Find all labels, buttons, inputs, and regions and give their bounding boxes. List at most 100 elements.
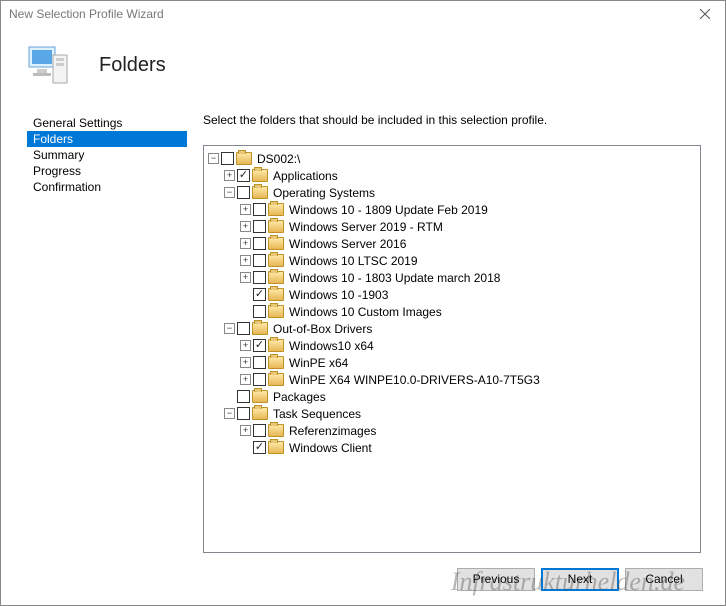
tree-label: Windows 10 - 1803 Update march 2018 — [286, 271, 500, 285]
tree-node[interactable]: − DS002:\ — [208, 150, 698, 167]
tree-label: Windows 10 Custom Images — [286, 305, 442, 319]
tree-checkbox[interactable] — [237, 322, 250, 335]
tree-checkbox[interactable] — [253, 254, 266, 267]
tree-checkbox[interactable] — [237, 169, 250, 182]
tree-node[interactable]: + Windows 10 - 1803 Update march 2018 — [240, 269, 698, 286]
collapse-icon[interactable]: − — [224, 323, 235, 334]
expand-icon[interactable]: + — [240, 425, 251, 436]
tree-node[interactable]: + Windows 10 - 1809 Update Feb 2019 — [240, 201, 698, 218]
cancel-button[interactable]: Cancel — [625, 568, 703, 591]
tree-checkbox[interactable] — [253, 220, 266, 233]
tree-node[interactable]: +Windows10 x64 — [240, 337, 698, 354]
tree-node[interactable]: − Task Sequences — [224, 405, 698, 422]
tree-checkbox[interactable] — [253, 288, 266, 301]
folder-icon — [268, 441, 284, 454]
expand-icon[interactable]: + — [240, 272, 251, 283]
tree-checkbox[interactable] — [253, 441, 266, 454]
tree-checkbox[interactable] — [253, 271, 266, 284]
tree-label: Operating Systems — [270, 186, 375, 200]
computer-icon — [23, 41, 71, 89]
tree-checkbox[interactable] — [253, 237, 266, 250]
folder-icon — [236, 152, 252, 165]
tree-label: Applications — [270, 169, 338, 183]
folder-icon — [268, 356, 284, 369]
tree-checkbox[interactable] — [237, 186, 250, 199]
titlebar: New Selection Profile Wizard — [1, 1, 725, 27]
tree-node[interactable]: Windows Client — [240, 439, 698, 456]
expand-icon[interactable]: + — [240, 340, 251, 351]
folder-icon — [268, 254, 284, 267]
previous-button[interactable]: Previous — [457, 568, 535, 591]
folder-icon — [252, 407, 268, 420]
folder-icon — [268, 339, 284, 352]
folder-icon — [252, 322, 268, 335]
folder-icon — [252, 390, 268, 403]
folder-icon — [268, 220, 284, 233]
tree-node[interactable]: + WinPE X64 WINPE10.0-DRIVERS-A10-7T5G3 — [240, 371, 698, 388]
tree-label: Windows Server 2016 — [286, 237, 406, 251]
tree-node[interactable]: − Operating Systems — [224, 184, 698, 201]
collapse-icon[interactable]: − — [208, 153, 219, 164]
expand-icon[interactable]: + — [240, 221, 251, 232]
close-button[interactable] — [685, 1, 725, 27]
expand-icon[interactable]: + — [240, 374, 251, 385]
instruction-text: Select the folders that should be includ… — [203, 113, 701, 127]
tree-checkbox[interactable] — [221, 152, 234, 165]
folder-tree[interactable]: −DS002:\+Applications−Operating Systems+… — [203, 145, 701, 553]
expand-icon[interactable]: + — [240, 204, 251, 215]
tree-label: Windows 10 LTSC 2019 — [286, 254, 418, 268]
tree-label: Task Sequences — [270, 407, 361, 421]
folder-icon — [268, 288, 284, 301]
tree-label: Packages — [270, 390, 326, 404]
tree-label: WinPE X64 WINPE10.0-DRIVERS-A10-7T5G3 — [286, 373, 540, 387]
expand-icon[interactable]: + — [224, 170, 235, 181]
next-button[interactable]: Next — [541, 568, 619, 591]
tree-checkbox[interactable] — [237, 407, 250, 420]
tree-checkbox[interactable] — [253, 203, 266, 216]
folder-icon — [268, 271, 284, 284]
folder-icon — [268, 203, 284, 216]
close-icon — [700, 9, 710, 19]
tree-label: DS002:\ — [254, 152, 300, 166]
expand-icon[interactable]: + — [240, 238, 251, 249]
nav-step-summary[interactable]: Summary — [27, 147, 187, 163]
tree-checkbox[interactable] — [253, 305, 266, 318]
nav-step-confirmation[interactable]: Confirmation — [27, 179, 187, 195]
tree-node[interactable]: + Windows Server 2019 - RTM — [240, 218, 698, 235]
page-title: Folders — [99, 54, 166, 77]
tree-node[interactable]: Windows 10 -1903 — [240, 286, 698, 303]
tree-checkbox[interactable] — [253, 373, 266, 386]
tree-checkbox[interactable] — [253, 356, 266, 369]
tree-label: Windows Client — [286, 441, 372, 455]
tree-node[interactable]: + Windows 10 LTSC 2019 — [240, 252, 698, 269]
tree-node[interactable]: Windows 10 Custom Images — [240, 303, 698, 320]
folder-icon — [252, 186, 268, 199]
nav-step-folders[interactable]: Folders — [27, 131, 187, 147]
tree-label: Out-of-Box Drivers — [270, 322, 372, 336]
tree-label: Windows Server 2019 - RTM — [286, 220, 443, 234]
tree-node[interactable]: − Out-of-Box Drivers — [224, 320, 698, 337]
nav-step-general-settings[interactable]: General Settings — [27, 115, 187, 131]
collapse-icon[interactable]: − — [224, 187, 235, 198]
tree-label: WinPE x64 — [286, 356, 348, 370]
tree-node[interactable]: + Windows Server 2016 — [240, 235, 698, 252]
tree-label: Windows 10 -1903 — [286, 288, 388, 302]
tree-checkbox[interactable] — [253, 424, 266, 437]
folder-icon — [252, 169, 268, 182]
collapse-icon[interactable]: − — [224, 408, 235, 419]
tree-node[interactable]: Packages — [224, 388, 698, 405]
tree-label: Referenzimages — [286, 424, 376, 438]
tree-label: Windows 10 - 1809 Update Feb 2019 — [286, 203, 488, 217]
tree-checkbox[interactable] — [237, 390, 250, 403]
folder-icon — [268, 237, 284, 250]
tree-node[interactable]: + WinPE x64 — [240, 354, 698, 371]
expand-icon[interactable]: + — [240, 357, 251, 368]
tree-node[interactable]: + Referenzimages — [240, 422, 698, 439]
header: Folders — [1, 27, 725, 103]
tree-checkbox[interactable] — [253, 339, 266, 352]
expand-icon[interactable]: + — [240, 255, 251, 266]
window-title: New Selection Profile Wizard — [9, 7, 164, 21]
nav-step-progress[interactable]: Progress — [27, 163, 187, 179]
tree-node[interactable]: + Applications — [224, 167, 698, 184]
step-nav: General SettingsFoldersSummaryProgressCo… — [27, 103, 187, 553]
